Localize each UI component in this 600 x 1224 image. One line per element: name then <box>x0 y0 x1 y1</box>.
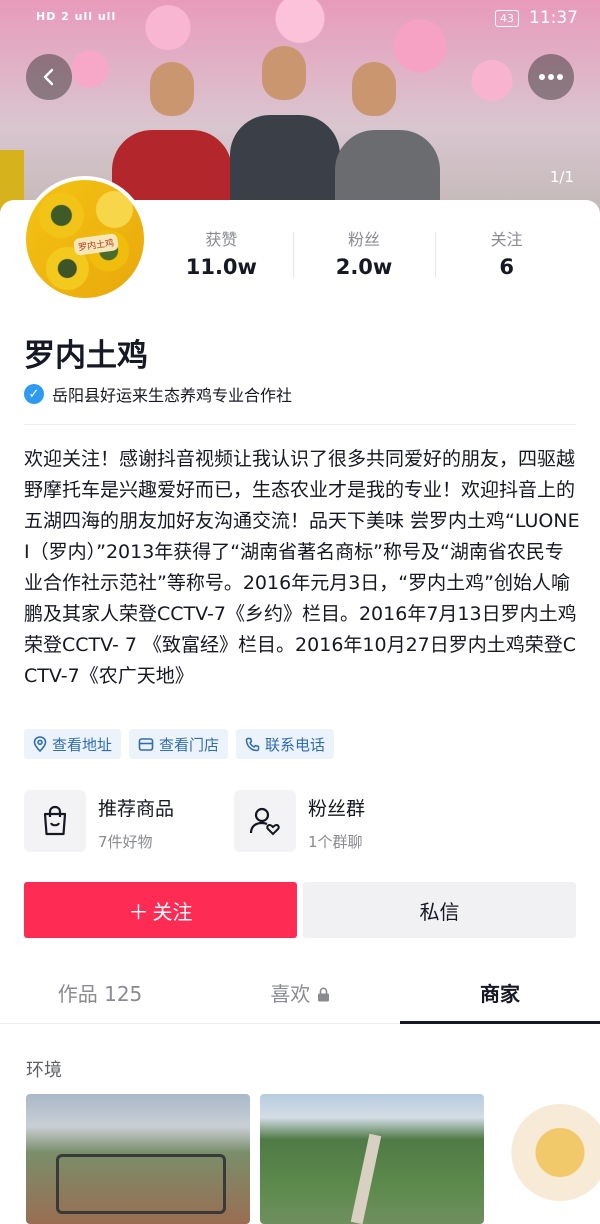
stat-value: 6 <box>499 255 514 279</box>
fan-group-icon <box>234 790 296 852</box>
recommended-products[interactable]: 推荐商品 7件好物 <box>24 790 174 854</box>
verification-row: ✓ 岳阳县好运来生态养鸡专业合作社 <box>24 382 292 406</box>
stat-followers[interactable]: 粉丝 2.0w <box>292 228 436 284</box>
status-right: 43 11:37 <box>495 8 578 28</box>
tab-works[interactable]: 作品 125 <box>0 966 200 1023</box>
stat-label: 获赞 <box>205 230 238 249</box>
chip-label: 联系电话 <box>265 735 326 754</box>
contact-phone-chip[interactable]: 联系电话 <box>236 729 335 759</box>
view-store-chip[interactable]: 查看门店 <box>129 729 229 759</box>
content-tabs: 作品 125 喜欢 商家 <box>0 966 600 1024</box>
location-pin-icon <box>33 736 47 752</box>
tab-likes[interactable]: 喜欢 <box>200 966 400 1023</box>
tab-label: 喜欢 <box>270 982 311 1006</box>
verified-org: 岳阳县好运来生态养鸡专业合作社 <box>52 386 293 405</box>
message-button[interactable]: 私信 <box>303 882 576 938</box>
fan-group[interactable]: 粉丝群 1个群聊 <box>234 790 365 854</box>
chevron-left-icon <box>43 68 54 86</box>
cover-person-head <box>352 62 396 116</box>
environment-gallery <box>26 1094 600 1224</box>
tab-merchant[interactable]: 商家 <box>400 966 600 1024</box>
view-address-chip[interactable]: 查看地址 <box>24 729 122 759</box>
profile-name: 罗内土鸡 <box>24 338 148 374</box>
lock-icon <box>317 987 329 1002</box>
tab-label: 作品 125 <box>57 982 143 1006</box>
stat-value: 2.0w <box>335 255 393 279</box>
shopping-bag-icon <box>24 790 86 852</box>
avatar-stamp: 罗内土鸡 <box>73 233 119 256</box>
stat-likes[interactable]: 获赞 11.0w <box>150 228 293 284</box>
tab-label: 商家 <box>480 982 520 1006</box>
feature-subtitle: 7件好物 <box>98 833 153 851</box>
more-button[interactable] <box>528 54 574 100</box>
more-dots-icon <box>539 74 563 80</box>
follow-button[interactable]: ＋ 关注 <box>24 882 297 938</box>
plus-icon: ＋ <box>128 899 149 924</box>
signal-indicators: HD 2 ull ull <box>36 10 117 23</box>
feature-title: 推荐商品 <box>98 798 175 820</box>
phone-icon <box>245 737 260 751</box>
stat-label: 粉丝 <box>348 230 381 249</box>
photo-counter: 1/1 <box>549 168 574 186</box>
stats-row: 获赞 11.0w 粉丝 2.0w 关注 6 <box>150 228 578 284</box>
status-bar: HD 2 ull ull 43 11:37 <box>0 0 600 38</box>
profile-bio: 欢迎关注！感谢抖音视频让我认识了很多共同爱好的朋友，四驱越野摩托车是兴趣爱好而已… <box>24 448 580 687</box>
clock: 11:37 <box>529 8 578 28</box>
gallery-image[interactable] <box>26 1094 250 1224</box>
chip-label: 查看地址 <box>52 735 113 754</box>
buggy-shape <box>56 1154 226 1214</box>
feature-subtitle: 1个群聊 <box>308 833 363 851</box>
verified-check-icon: ✓ <box>24 384 44 404</box>
cover-person-head <box>262 46 306 100</box>
divider <box>24 424 576 425</box>
cover-person-head <box>150 62 194 116</box>
stat-value: 11.0w <box>185 255 257 279</box>
battery-icon: 43 <box>495 9 519 27</box>
action-chips: 查看地址 查看门店 联系电话 <box>24 729 335 759</box>
back-button[interactable] <box>26 54 72 100</box>
stat-following[interactable]: 关注 6 <box>435 228 578 284</box>
chip-label: 查看门店 <box>159 735 220 754</box>
stat-label: 关注 <box>490 230 523 249</box>
feature-title: 粉丝群 <box>308 798 366 820</box>
avatar[interactable]: 罗内土鸡 <box>22 176 148 302</box>
section-title: 环境 <box>26 1060 62 1081</box>
follow-label: 关注 <box>152 899 193 924</box>
gallery-image[interactable] <box>494 1094 600 1224</box>
store-icon <box>138 737 154 751</box>
road-shape <box>350 1133 382 1224</box>
gallery-image[interactable] <box>260 1094 484 1224</box>
